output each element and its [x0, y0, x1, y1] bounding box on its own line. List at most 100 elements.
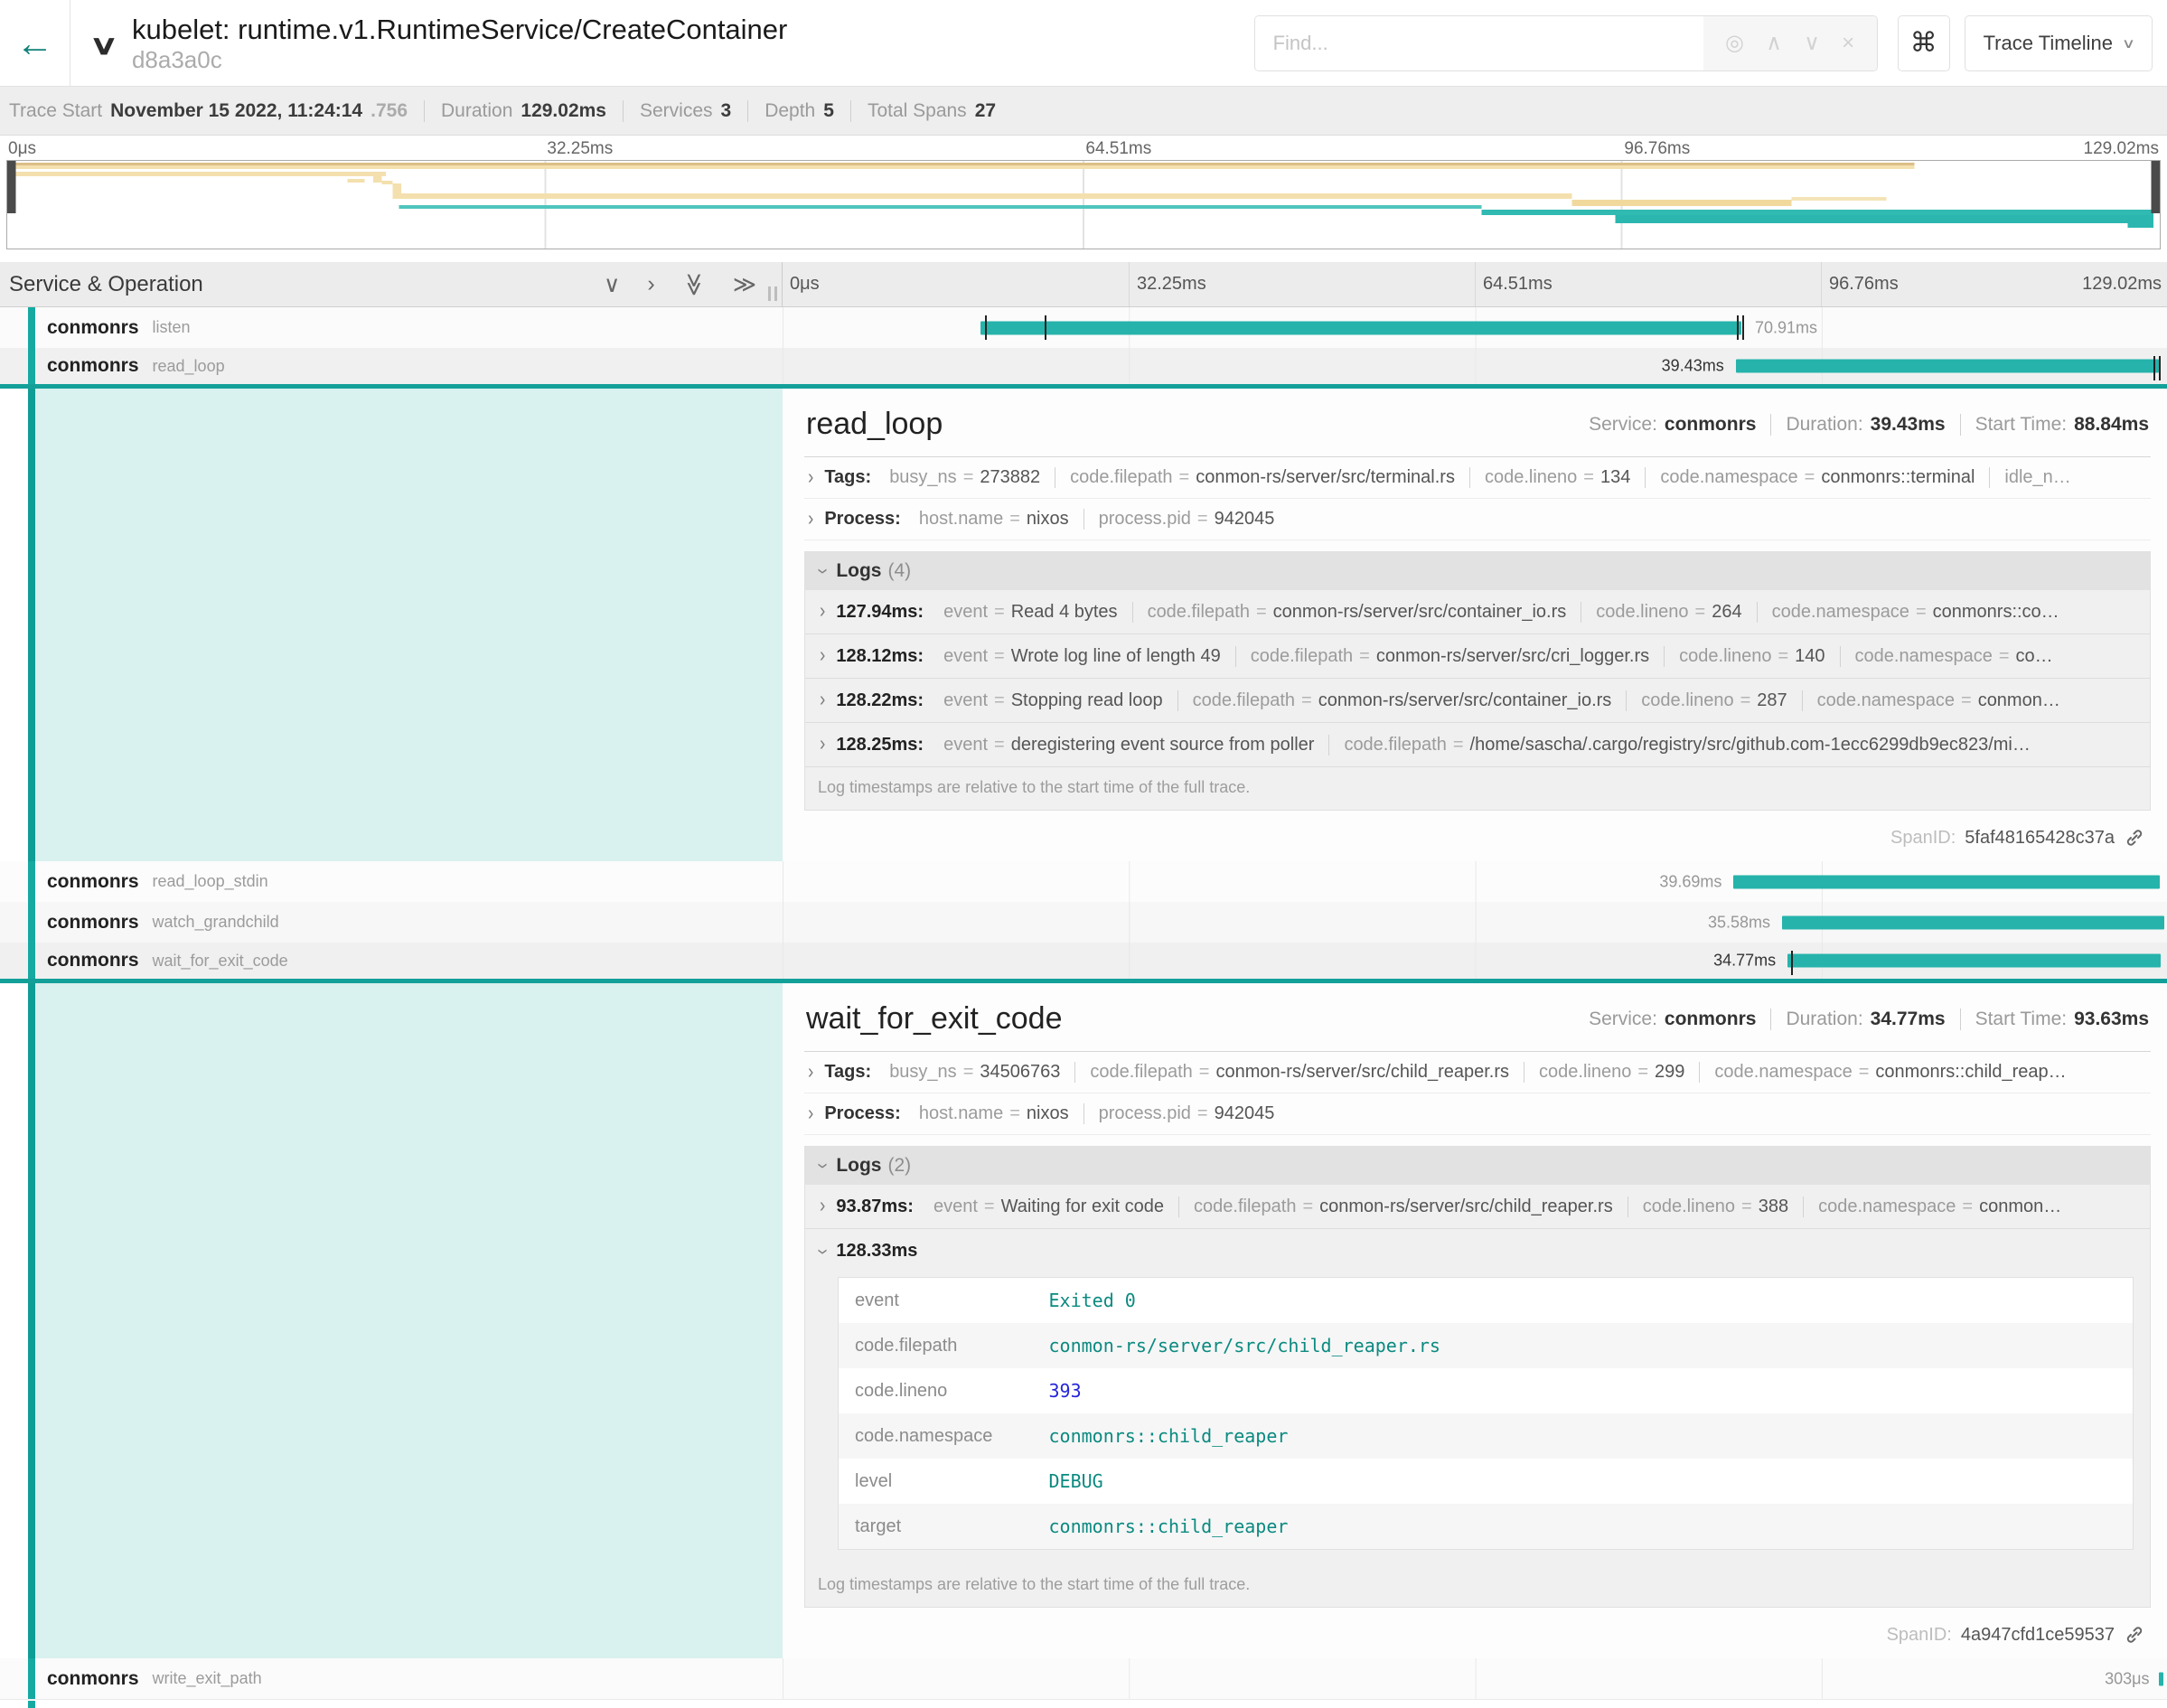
log-entry[interactable]: › 127.94ms: event=Read 4 bytes code.file… — [805, 590, 2150, 634]
tag-chip: code.lineno=299 — [1524, 1062, 1699, 1083]
span-bar[interactable] — [1736, 360, 2159, 373]
process-accordion[interactable]: › Process: host.name=nixos process.pid=9… — [804, 1093, 2151, 1135]
log-entry[interactable]: › 128.22ms: event=Stopping read loop cod… — [805, 679, 2150, 723]
span-timeline-cell[interactable]: 34.77ms — [783, 943, 2167, 979]
minimap-canvas[interactable] — [6, 160, 2161, 249]
collapse-expand-controls: ∨ › ≫ ≫ — [604, 271, 756, 298]
span-name-cell[interactable]: conmonrs read_loop — [0, 348, 783, 384]
log-field: code.filepath=conmon-rs/server/src/child… — [1178, 1197, 1628, 1217]
span-duration-label: 70.91ms — [1755, 318, 1817, 337]
kv-row: code.namespace conmonrs::child_reaper — [839, 1413, 2134, 1459]
detail-span-title: wait_for_exit_code — [806, 1001, 1063, 1037]
span-row-watch-grandchild[interactable]: conmonrs watch_grandchild 35.58ms — [0, 902, 2167, 943]
copy-link-icon[interactable] — [2124, 827, 2145, 849]
caret-down-icon: › — [811, 1248, 834, 1253]
span-row-write-exit-path[interactable]: conmonrs write_exit_path 303μs — [0, 1658, 2167, 1699]
timeline-minimap: 0μs 32.25ms 64.51ms 96.76ms 129.02ms — [0, 136, 2167, 249]
trace-id: d8a3a0c — [132, 46, 1254, 73]
span-row-listen[interactable]: conmonrs listen 70.91ms — [0, 307, 2167, 348]
expand-all-icon[interactable]: ≫ — [733, 271, 756, 298]
span-bar[interactable] — [980, 321, 1741, 334]
log-entry[interactable]: › 128.25ms: event=deregistering event so… — [805, 723, 2150, 767]
meta-services: Services3 — [623, 100, 731, 122]
log-entry[interactable]: › 93.87ms: event=Waiting for exit code c… — [805, 1185, 2150, 1229]
operation-name: read_loop_stdin — [153, 872, 268, 891]
logs-accordion-header[interactable]: › Logs (4) — [805, 552, 2150, 590]
caret-right-icon: › — [808, 507, 813, 530]
find-input[interactable] — [1255, 16, 1703, 70]
kv-row: event Exited 0 — [839, 1278, 2134, 1324]
log-field: event=deregistering event source from po… — [929, 735, 1328, 755]
find-prev-icon[interactable]: ∧ — [1766, 30, 1782, 56]
command-icon: ⌘ — [1910, 27, 1937, 59]
logs-accordion-header[interactable]: › Logs (2) — [805, 1147, 2150, 1185]
expand-one-icon[interactable]: › — [647, 271, 654, 298]
caret-right-icon: › — [820, 689, 825, 712]
span-bar[interactable] — [1733, 875, 2159, 888]
span-timeline-cell[interactable]: 303μs — [783, 1658, 2167, 1699]
span-timeline-cell[interactable]: 35.58ms — [783, 902, 2167, 943]
caret-down-icon: › — [811, 568, 834, 574]
log-entry-expanded[interactable]: › 128.33ms — [805, 1229, 2150, 1273]
service-operation-header: Service & Operation ∨ › ≫ ≫ — [0, 262, 783, 306]
span-bar[interactable] — [2159, 1672, 2163, 1685]
span-name-cell[interactable]: conmonrs write_exit_path — [0, 1658, 783, 1699]
span-color-indicator — [28, 307, 35, 348]
kv-row: code.lineno 393 — [839, 1368, 2134, 1413]
tag-chip: code.filepath=conmon-rs/server/src/termi… — [1055, 467, 1469, 488]
trace-view-dropdown[interactable]: Trace Timeline ∨ — [1965, 15, 2153, 71]
span-bar[interactable] — [1782, 915, 2164, 929]
column-resize-handle[interactable] — [768, 286, 777, 301]
span-bar[interactable] — [1787, 954, 2161, 968]
log-field: code.lineno=388 — [1628, 1197, 1803, 1217]
trace-collapse-toggle[interactable]: ∨ — [89, 30, 119, 61]
span-timeline-cell[interactable]: 70.91ms — [783, 307, 2167, 348]
next-row-partial — [0, 1699, 2167, 1708]
find-clear-icon[interactable]: × — [1842, 31, 1854, 56]
span-name-cell[interactable]: conmonrs read_loop_stdin — [0, 861, 783, 902]
span-name-cell[interactable]: conmonrs listen — [0, 307, 783, 348]
copy-link-icon[interactable] — [2124, 1624, 2145, 1646]
span-timeline-cell[interactable]: 39.69ms — [783, 861, 2167, 902]
detail-header: read_loop Service:conmonrs Duration:39.4… — [804, 401, 2151, 457]
span-table-header: Service & Operation ∨ › ≫ ≫ 0μs 32.25ms … — [0, 262, 2167, 307]
title-block: kubelet: runtime.v1.RuntimeService/Creat… — [132, 13, 1254, 73]
find-next-icon[interactable]: ∨ — [1804, 30, 1820, 56]
caret-right-icon: › — [808, 1060, 813, 1084]
span-color-indicator — [28, 348, 35, 384]
service-name: conmonrs — [47, 950, 139, 971]
log-marker — [1737, 315, 1739, 340]
service-name: conmonrs — [47, 355, 139, 377]
log-field: event=Read 4 bytes — [929, 602, 1131, 623]
span-row-read-loop[interactable]: conmonrs read_loop 39.43ms — [0, 348, 2167, 389]
span-row-wait-for-exit-code[interactable]: conmonrs wait_for_exit_code 34.77ms — [0, 943, 2167, 983]
tags-accordion[interactable]: › Tags: busy_ns=34506763 code.filepath=c… — [804, 1052, 2151, 1093]
detail-highlight-fill — [35, 983, 783, 1658]
top-bar: ← ∨ kubelet: runtime.v1.RuntimeService/C… — [0, 0, 2167, 87]
span-row-read-loop-stdin[interactable]: conmonrs read_loop_stdin 39.69ms — [0, 861, 2167, 902]
span-timeline-cell[interactable]: 39.43ms — [783, 348, 2167, 384]
logs-section: › Logs (4) › 127.94ms: event=Read 4 byte… — [804, 551, 2151, 811]
log-field: event=Wrote log line of length 49 — [929, 646, 1235, 667]
service-name: conmonrs — [47, 1668, 139, 1690]
detail-span-title: read_loop — [806, 407, 943, 442]
log-field: code.filepath=conmon-rs/server/src/conta… — [1132, 602, 1581, 623]
back-button[interactable]: ← — [0, 0, 70, 87]
spanid-row: SpanID: 5faf48165428c37a — [804, 811, 2151, 854]
kv-row: target conmonrs::child_reaper — [839, 1504, 2134, 1550]
tags-accordion[interactable]: › Tags: busy_ns=273882 code.filepath=con… — [804, 457, 2151, 499]
tag-chip: busy_ns=273882 — [875, 467, 1055, 488]
collapse-one-icon[interactable]: ∨ — [604, 271, 620, 298]
collapse-all-icon[interactable]: ≫ — [680, 272, 708, 296]
locate-icon[interactable]: ◎ — [1725, 30, 1744, 56]
detail-span-meta: Service:conmonrs Duration:34.77ms Start … — [1589, 1009, 2149, 1030]
log-kv-table: event Exited 0 code.filepath conmon-rs/s… — [838, 1277, 2134, 1550]
span-name-cell[interactable]: conmonrs watch_grandchild — [0, 902, 783, 943]
keyboard-shortcuts-button[interactable]: ⌘ — [1898, 15, 1950, 71]
span-name-cell[interactable]: conmonrs wait_for_exit_code — [0, 943, 783, 979]
log-entry[interactable]: › 128.12ms: event=Wrote log line of leng… — [805, 634, 2150, 679]
process-accordion[interactable]: › Process: host.name=nixos process.pid=9… — [804, 499, 2151, 540]
tag-chip: code.filepath=conmon-rs/server/src/child… — [1074, 1062, 1524, 1083]
process-chip: process.pid=942045 — [1084, 509, 1290, 530]
caret-right-icon: › — [820, 1195, 825, 1218]
